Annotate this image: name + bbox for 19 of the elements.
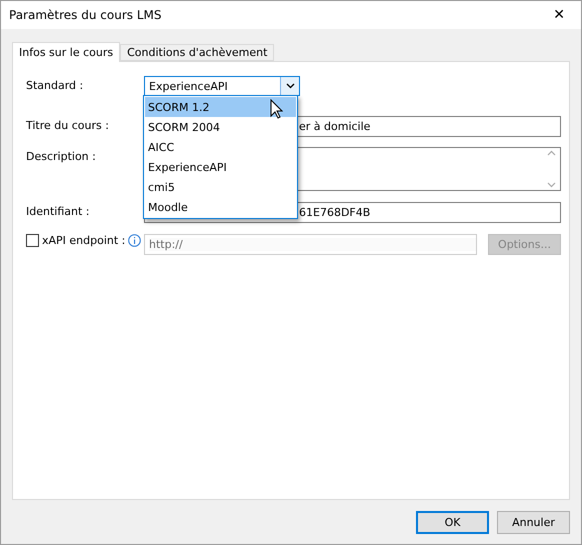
scroll-down-icon — [547, 182, 556, 188]
dialog-button[interactable]: Annuler — [497, 511, 570, 534]
field-label: Description : — [26, 149, 97, 163]
info-icon — [128, 234, 142, 247]
field-label: Titre du cours : — [26, 118, 110, 132]
dialog-button[interactable]: OK — [416, 511, 489, 534]
window-title: Paramètres du cours LMS — [9, 8, 162, 22]
tab[interactable]: Conditions d'achèvement — [120, 44, 274, 61]
checkbox[interactable] — [26, 234, 39, 247]
scroll-up-icon — [547, 150, 556, 156]
standard-dropdown[interactable]: ExperienceAPI — [144, 76, 300, 96]
tab[interactable]: Infos sur le cours — [12, 42, 120, 62]
close-button[interactable]: ✕ — [549, 7, 569, 23]
checkbox-label: xAPI endpoint : — [42, 234, 126, 247]
chevron-down-icon — [286, 83, 294, 89]
field-label: Standard : — [26, 78, 84, 92]
dropdown-option[interactable]: SCORM 1.2 — [145, 97, 296, 117]
field-label: Identifiant : — [26, 204, 90, 218]
mouse-pointer-icon — [270, 99, 283, 119]
